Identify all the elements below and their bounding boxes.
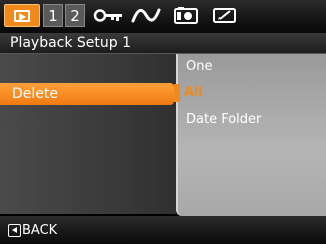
- key-icon[interactable]: [92, 4, 124, 27]
- back-button[interactable]: BACK: [8, 221, 57, 239]
- back-arrow-icon: [8, 223, 21, 237]
- submenu-panel: One All Date Folder: [174, 54, 326, 216]
- tab-page-1[interactable]: 1: [43, 4, 63, 27]
- submenu-option-all[interactable]: All: [184, 84, 203, 102]
- camera-menu-screen: 1 2 Playback Setup 1 Delete One All Date…: [0, 0, 326, 244]
- selection-marker: [174, 84, 180, 102]
- submenu-option-date-folder[interactable]: Date Folder: [186, 111, 261, 129]
- tab-page-2[interactable]: 2: [65, 4, 85, 27]
- camera-icon[interactable]: [173, 4, 199, 27]
- playback-tab[interactable]: [4, 4, 40, 27]
- submenu-option-one[interactable]: One: [186, 58, 212, 76]
- menu-list: Delete: [0, 54, 176, 214]
- back-label: BACK: [22, 222, 58, 238]
- playback-icon: [14, 9, 30, 22]
- wave-icon[interactable]: [131, 4, 161, 27]
- mode-tab-bar: 1 2: [0, 0, 326, 33]
- bottom-bar: BACK: [0, 216, 326, 244]
- edit-screen-icon[interactable]: [212, 4, 238, 27]
- page-title: Playback Setup 1: [10, 35, 132, 51]
- title-bar: Playback Setup 1: [0, 33, 326, 54]
- menu-item-delete[interactable]: Delete: [0, 83, 174, 105]
